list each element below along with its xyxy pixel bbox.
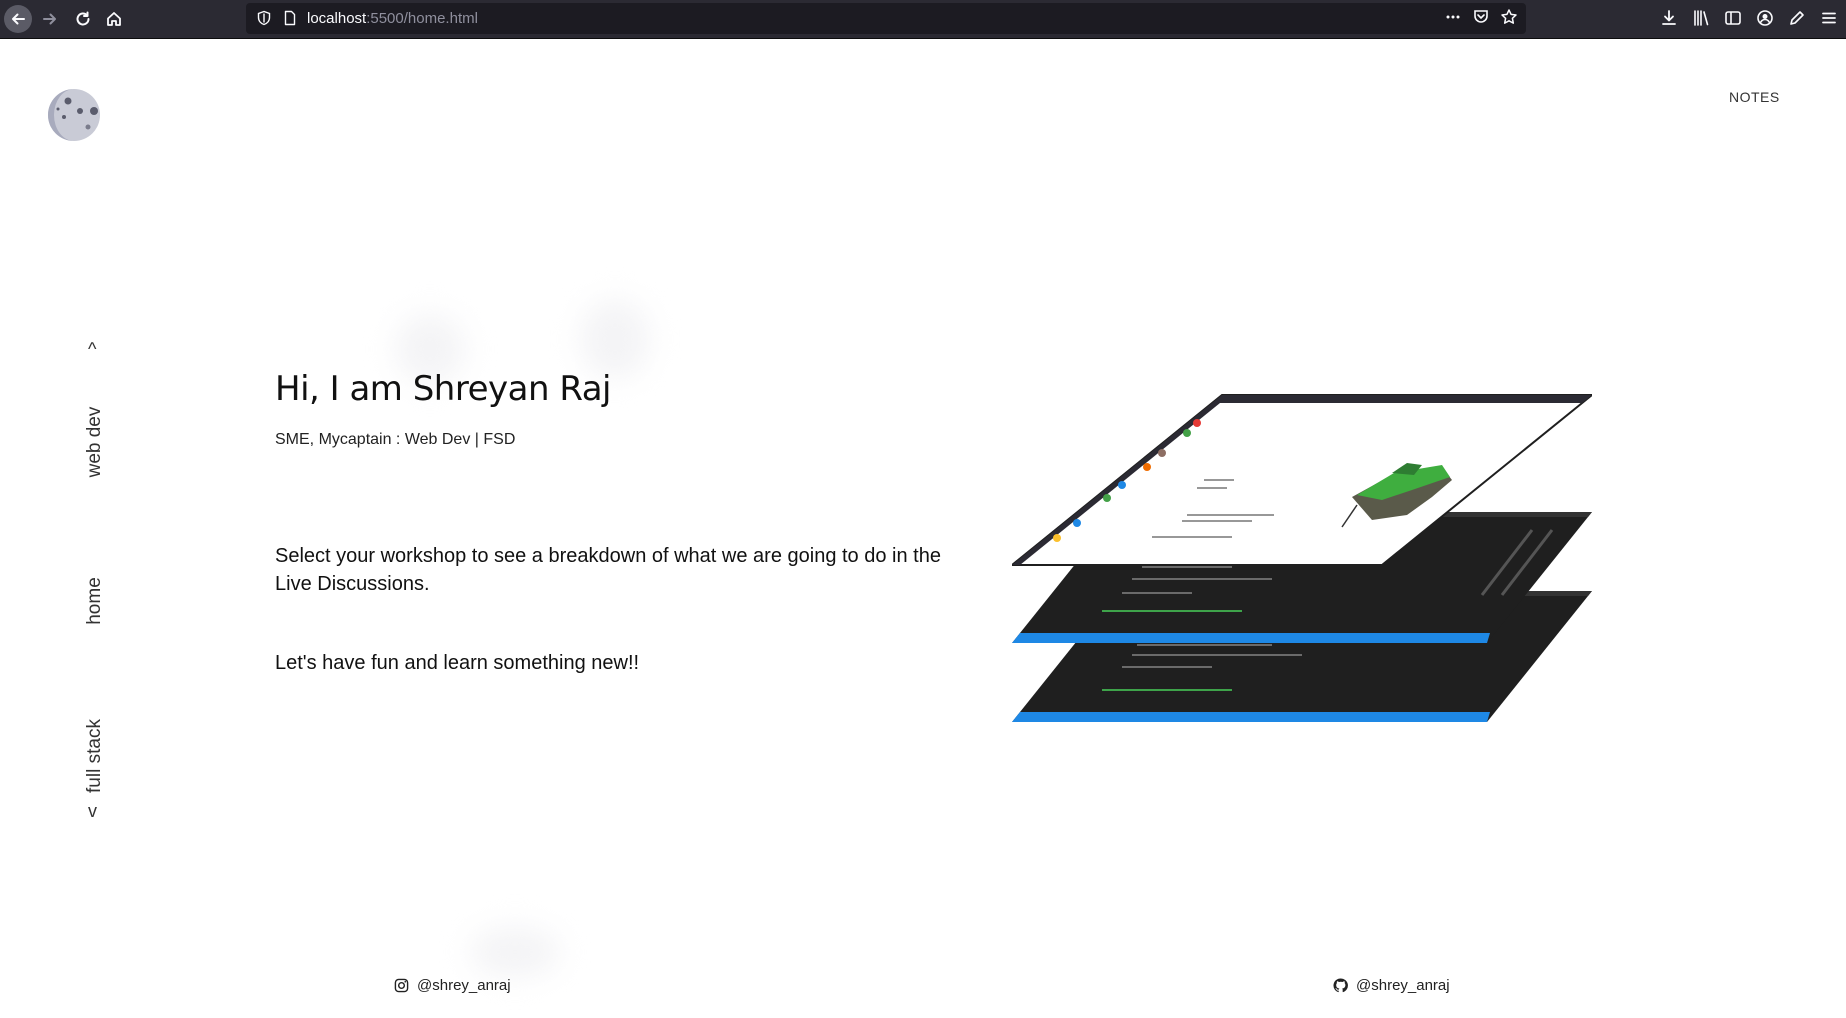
home-button[interactable] [100,5,128,33]
page-info-icon[interactable] [282,10,298,26]
github-handle: @shrey_anraj [1356,977,1450,994]
decorative-blob [580,299,650,379]
more-dots-icon[interactable] [1444,8,1462,26]
tracking-shield-icon[interactable] [256,10,272,26]
pen-icon[interactable] [1788,9,1806,27]
github-link[interactable]: @shrey_anraj [1333,977,1450,994]
instagram-icon [394,978,409,993]
pocket-icon[interactable] [1472,8,1490,26]
hero-section: Hi, I am Shreyan Raj SME, Mycaptain : We… [275,369,955,449]
bookmark-star-icon[interactable] [1500,8,1518,26]
hero-description: Select your workshop to see a breakdown … [275,545,941,595]
back-button[interactable] [4,5,32,33]
stacked-screens-illustration [1012,394,1592,722]
side-nav-item-full-stack[interactable]: full stack [84,701,106,811]
moon-logo-icon[interactable] [46,87,102,143]
side-nav-item-home[interactable]: home [84,546,106,656]
library-icon[interactable] [1692,9,1710,27]
download-icon[interactable] [1660,9,1678,27]
footer: @shrey_anraj @shrey_anraj [0,977,1846,1007]
url-path: :5500/home.html [366,10,478,27]
account-icon[interactable] [1756,9,1774,27]
forward-button[interactable] [36,5,64,33]
hero-title: Hi, I am Shreyan Raj [275,369,611,409]
side-nav-item-web-dev[interactable]: web dev [84,387,106,497]
side-nav-up-arrow[interactable]: ^ [88,339,96,360]
forward-arrow-icon [43,13,56,25]
back-arrow-icon [12,13,25,25]
hero-fun-text: Let's have fun and learn something new!! [275,652,640,674]
url-host: localhost [307,10,367,27]
sidebar-icon[interactable] [1724,9,1742,27]
instagram-link[interactable]: @shrey_anraj [394,977,511,994]
url-text[interactable]: localhost:5500/home.html [307,10,478,27]
browser-toolbar: localhost:5500/home.html [0,0,1846,39]
hero-subtitle: SME, Mycaptain : Web Dev | FSD [275,431,516,448]
reload-icon [76,11,90,26]
notes-link[interactable]: NOTES [1729,89,1780,105]
instagram-handle: @shrey_anraj [417,977,511,994]
page-content: NOTES ^ web dev home full stack v Hi, I … [0,39,1846,1018]
reload-button[interactable] [69,5,97,33]
hamburger-menu-icon[interactable] [1820,9,1838,27]
side-nav: ^ web dev home full stack v [80,339,114,839]
github-icon [1333,978,1348,993]
side-nav-down-arrow[interactable]: v [88,801,97,822]
home-icon [107,12,121,26]
decorative-blob [470,927,560,977]
url-bar[interactable]: localhost:5500/home.html [246,3,1526,34]
